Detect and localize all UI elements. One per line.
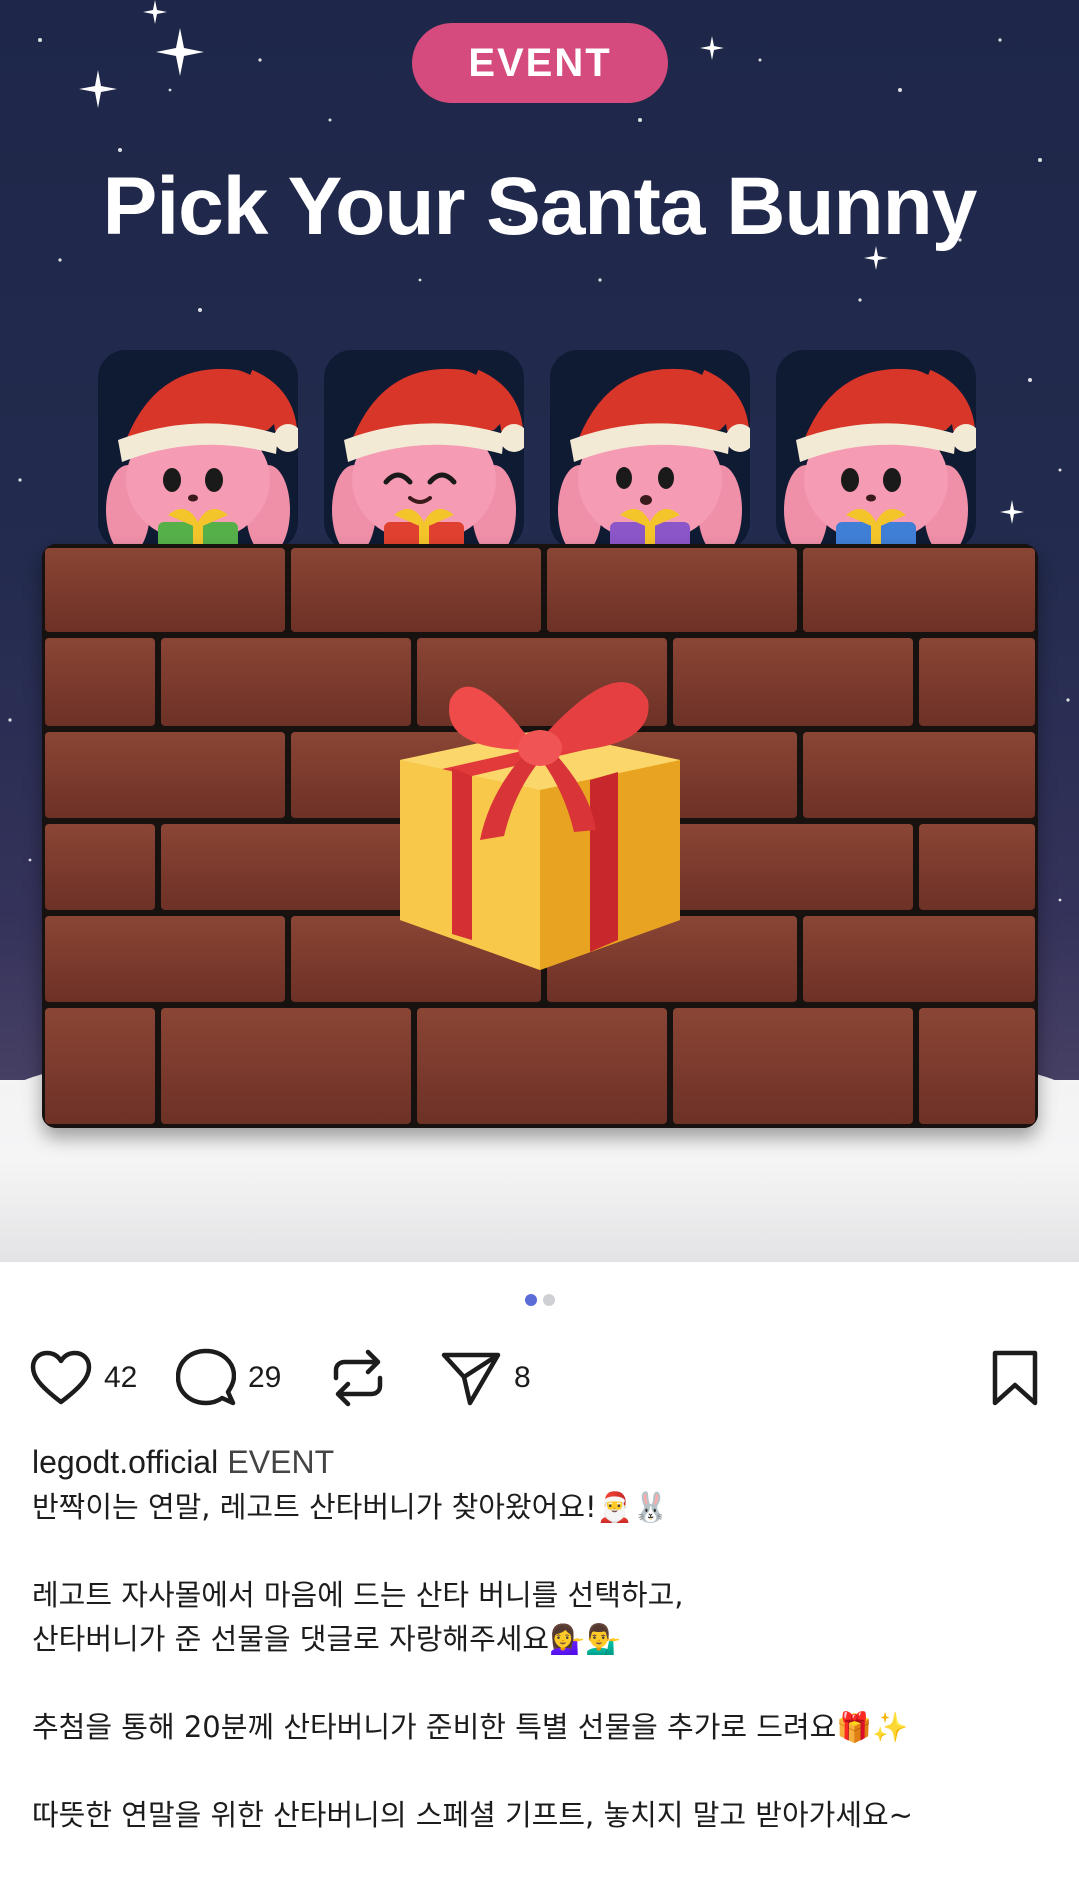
santa-bunny-icon <box>106 368 298 550</box>
carousel-indicator <box>0 1294 1079 1308</box>
like-count: 42 <box>104 1361 138 1394</box>
caption-line: 반짝이는 연말, 레고트 산타버니가 찾아왔어요!🎅🐰 <box>32 1490 669 1524</box>
bunny-option-4[interactable] <box>776 350 976 550</box>
caption-line: 추첨을 통해 20분께 산타버니가 준비한 특별 선물을 추가로 드려요🎁✨ <box>32 1710 909 1744</box>
repost-icon <box>333 1349 383 1407</box>
bunny-row <box>98 350 988 550</box>
username-link[interactable]: legodt.official <box>32 1444 218 1480</box>
comment-icon <box>176 1348 236 1406</box>
santa-bunny-icon <box>558 368 750 550</box>
carousel-dot[interactable] <box>542 1294 555 1306</box>
share-count: 8 <box>514 1361 531 1394</box>
bookmark-icon <box>992 1350 1038 1406</box>
caption-line: 산타버니가 준 선물을 댓글로 자랑해주세요💁‍♀️💁‍♂️ <box>32 1622 622 1656</box>
santa-bunny-icon <box>784 368 976 550</box>
bunny-option-3[interactable] <box>550 350 750 550</box>
like-button[interactable]: 42 <box>30 1345 137 1411</box>
carousel-dot-active[interactable] <box>524 1294 537 1306</box>
comment-button[interactable]: 29 <box>176 1345 281 1411</box>
caption-line: 따뜻한 연말을 위한 산타버니의 스페셜 기프트, 놓치지 말고 받아가세요~ <box>32 1798 913 1832</box>
heart-icon <box>30 1350 92 1405</box>
bunny-option-1[interactable] <box>98 350 298 550</box>
send-icon <box>441 1352 501 1406</box>
repost-button[interactable] <box>330 1345 386 1411</box>
post-image[interactable]: EVENT Pick Your Santa Bunny <box>0 0 1079 1262</box>
event-badge: EVENT <box>412 23 668 103</box>
post-title: Pick Your Santa Bunny <box>102 161 978 252</box>
bookmark-button[interactable] <box>990 1345 1040 1411</box>
comment-count: 29 <box>248 1361 282 1394</box>
post-caption: legodt.official EVENT 반짝이는 연말, 레고트 산타버니가… <box>32 1440 1052 1837</box>
action-bar: 42 29 8 <box>0 1345 1079 1411</box>
caption-tag: EVENT <box>227 1444 335 1480</box>
caption-line: 레고트 자사몰에서 마음에 드는 산타 버니를 선택하고, <box>32 1578 684 1612</box>
share-button[interactable]: 8 <box>440 1345 531 1411</box>
bunny-option-2[interactable] <box>324 350 524 550</box>
gift-box-icon[interactable] <box>380 640 700 980</box>
santa-bunny-icon <box>332 368 524 550</box>
